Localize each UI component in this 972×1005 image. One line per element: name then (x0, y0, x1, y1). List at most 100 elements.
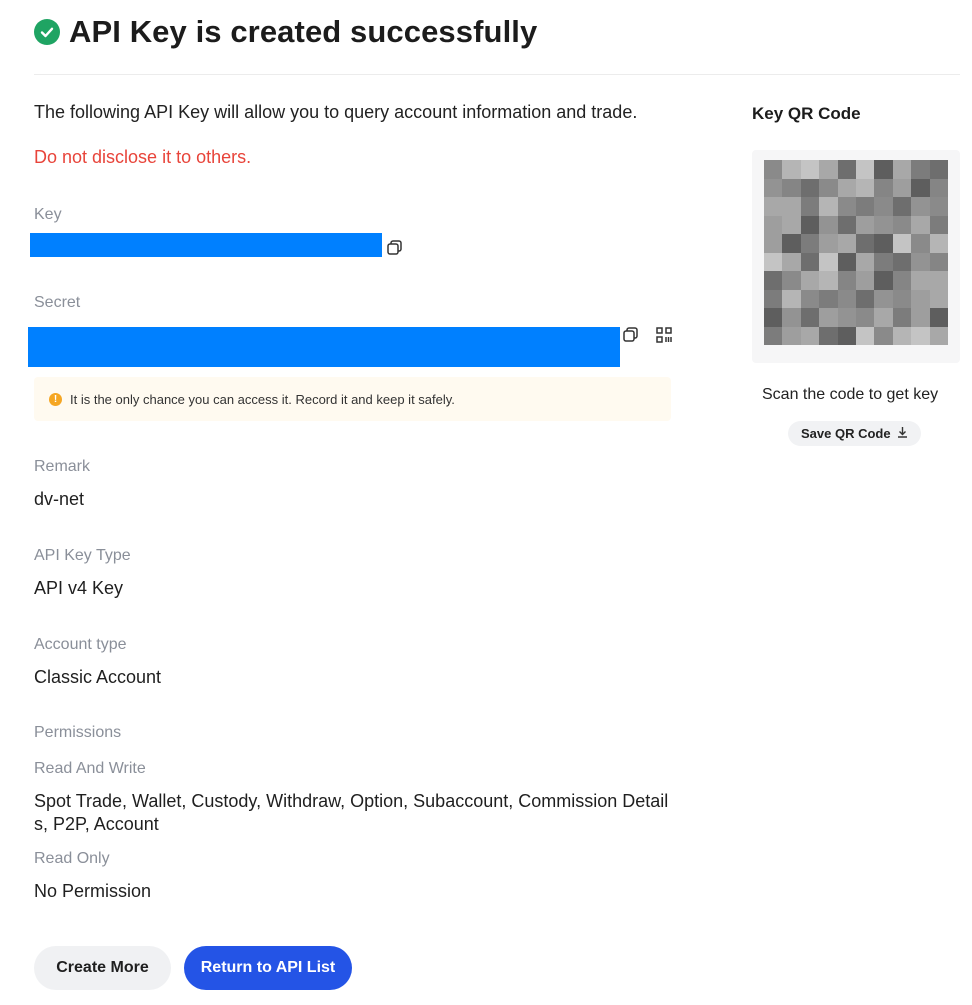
read-write-label: Read And Write (34, 760, 146, 777)
qr-mosaic-tile (892, 271, 912, 290)
qr-mosaic-tile (929, 160, 948, 179)
intro-text: The following API Key will allow you to … (34, 102, 638, 122)
qr-mosaic-tile (837, 178, 856, 197)
save-qr-code-button[interactable]: Save QR Code (788, 421, 921, 446)
qr-mosaic-tile (764, 326, 783, 345)
success-check-icon (34, 19, 60, 45)
page-title: API Key is created successfully (69, 14, 538, 49)
qr-code-image (764, 160, 948, 345)
qr-mosaic-tile (929, 271, 948, 290)
qr-mosaic-tile (764, 308, 783, 327)
account-type-label: Account type (34, 636, 127, 653)
qr-mosaic-tile (874, 160, 893, 179)
qr-mosaic-tile (892, 197, 912, 216)
qr-mosaic-tile (819, 178, 838, 197)
qr-mosaic-tile (911, 252, 930, 271)
copy-secret-icon[interactable] (622, 326, 640, 344)
qr-mosaic-tile (782, 234, 801, 253)
qr-mosaic-tile (911, 215, 930, 234)
key-value-redacted (30, 233, 382, 257)
qr-mosaic-tile (764, 160, 783, 179)
qr-mosaic-tile (819, 252, 838, 271)
qr-mosaic-tile (782, 252, 801, 271)
qr-mosaic-tile (929, 326, 948, 345)
qr-mosaic-tile (892, 289, 912, 308)
qr-mosaic-tile (837, 197, 856, 216)
qr-mosaic-tile (800, 234, 820, 253)
qr-mosaic-tile (837, 308, 856, 327)
qr-mosaic-tile (855, 234, 875, 253)
qr-mosaic-tile (800, 178, 820, 197)
qr-mosaic-tile (874, 234, 893, 253)
qr-mosaic-tile (929, 252, 948, 271)
key-type-value: API v4 Key (34, 578, 124, 598)
qr-mosaic-tile (929, 197, 948, 216)
qr-mosaic-tile (782, 215, 801, 234)
qr-mosaic-tile (764, 178, 783, 197)
qr-mosaic-tile (837, 160, 856, 179)
qr-mosaic-tile (929, 308, 948, 327)
qr-mosaic-tile (855, 215, 875, 234)
qr-mosaic-tile (800, 215, 820, 234)
read-only-value: No Permission (34, 881, 152, 901)
qr-mosaic-tile (819, 271, 838, 290)
create-more-button[interactable]: Create More (34, 946, 171, 990)
qr-mosaic-tile (855, 326, 875, 345)
qr-mosaic-tile (782, 271, 801, 290)
qr-mosaic-tile (892, 326, 912, 345)
qr-title: Key QR Code (752, 104, 861, 123)
qr-mosaic-tile (837, 252, 856, 271)
qr-mosaic-tile (911, 197, 930, 216)
qr-mosaic-tile (782, 178, 801, 197)
read-write-value: Spot Trade, Wallet, Custody, Withdraw, O… (34, 791, 669, 834)
qr-mosaic-tile (911, 234, 930, 253)
return-to-api-list-button[interactable]: Return to API List (184, 946, 352, 990)
qr-caption: Scan the code to get key (762, 386, 939, 403)
account-type-value: Classic Account (34, 667, 162, 687)
qr-mosaic-tile (837, 289, 856, 308)
qr-mosaic-tile (929, 178, 948, 197)
qr-code-icon[interactable] (655, 326, 673, 344)
qr-mosaic-tile (892, 308, 912, 327)
qr-mosaic-tile (764, 234, 783, 253)
download-icon (897, 426, 908, 441)
key-label: Key (34, 206, 62, 223)
secret-value-redacted (28, 327, 620, 367)
copy-key-icon[interactable] (386, 239, 404, 257)
qr-mosaic-tile (764, 197, 783, 216)
qr-mosaic-tile (855, 252, 875, 271)
qr-code-box (752, 150, 960, 363)
qr-mosaic-tile (782, 308, 801, 327)
qr-mosaic-tile (800, 308, 820, 327)
qr-mosaic-tile (911, 326, 930, 345)
disclosure-warning: Do not disclose it to others. (34, 147, 252, 167)
read-only-label: Read Only (34, 850, 110, 867)
qr-mosaic-tile (855, 308, 875, 327)
qr-mosaic-tile (819, 289, 838, 308)
qr-mosaic-tile (911, 308, 930, 327)
qr-mosaic-tile (874, 197, 893, 216)
qr-mosaic-tile (782, 197, 801, 216)
qr-mosaic-tile (874, 215, 893, 234)
remark-value: dv-net (34, 489, 85, 509)
qr-mosaic-tile (819, 215, 838, 234)
qr-mosaic-tile (874, 252, 893, 271)
page-header: API Key is created successfully (34, 14, 537, 50)
qr-mosaic-tile (782, 289, 801, 308)
qr-mosaic-tile (819, 160, 838, 179)
permissions-label: Permissions (34, 724, 122, 741)
qr-mosaic-tile (800, 326, 820, 345)
qr-mosaic-tile (874, 178, 893, 197)
qr-mosaic-tile (764, 289, 783, 308)
qr-mosaic-tile (892, 234, 912, 253)
qr-mosaic-tile (929, 215, 948, 234)
qr-mosaic-tile (837, 234, 856, 253)
qr-mosaic-tile (855, 178, 875, 197)
qr-mosaic-tile (819, 308, 838, 327)
qr-mosaic-tile (892, 160, 912, 179)
qr-mosaic-tile (911, 271, 930, 290)
remark-label: Remark (34, 458, 91, 475)
qr-mosaic-tile (892, 215, 912, 234)
qr-mosaic-tile (819, 326, 838, 345)
qr-mosaic-tile (764, 271, 783, 290)
